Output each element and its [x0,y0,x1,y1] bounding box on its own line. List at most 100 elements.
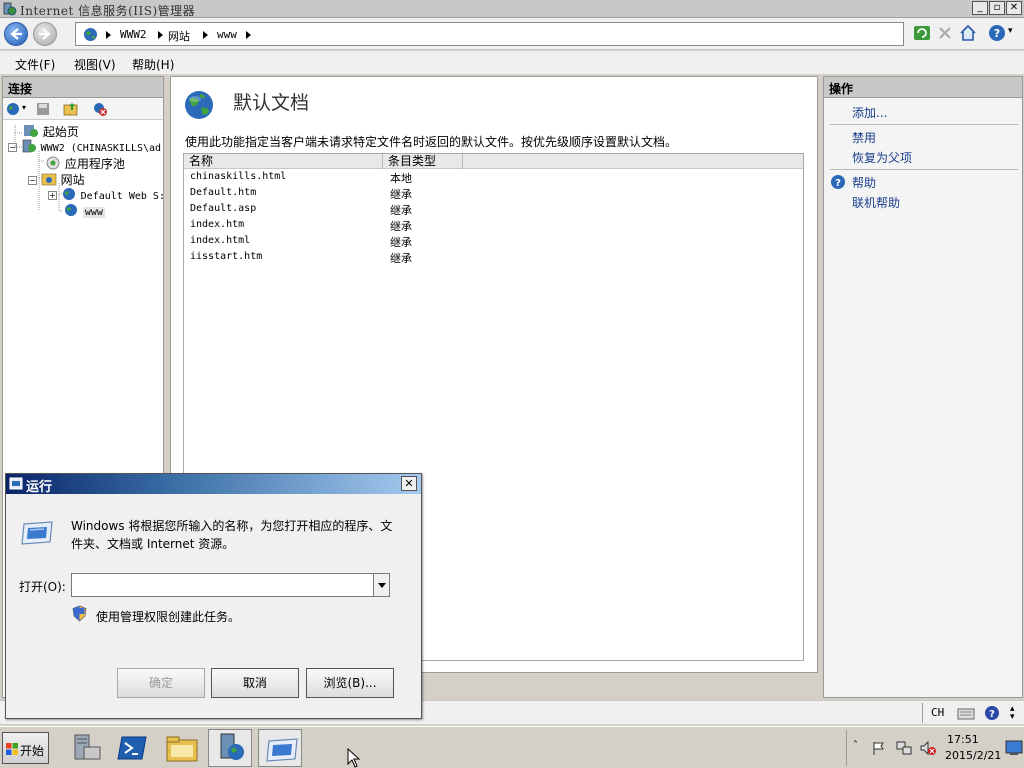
crumb-www[interactable]: www [217,28,237,41]
help-icon[interactable]: ? [988,24,1006,42]
taskbar-powershell[interactable] [110,729,154,767]
action-help[interactable]: 帮助 [852,174,876,191]
run-history-dropdown-button[interactable] [373,574,389,596]
collapse-icon[interactable]: − [28,176,37,185]
list-item[interactable]: Default.htm 继承 [184,186,803,202]
help-dropdown-icon[interactable]: ▾ [1008,26,1013,36]
system-tray: ˄ 17:51 2015/2/21 [846,730,1024,766]
forward-button[interactable] [33,22,57,46]
run-command-combobox[interactable] [71,573,390,597]
admin-shield-icon [72,605,87,622]
clock-time[interactable]: 17:51 [947,733,979,746]
menu-view[interactable]: 视图(V) [74,56,116,73]
collapse-icon[interactable]: − [8,143,17,152]
back-arrow-icon [10,28,22,40]
save-icon[interactable] [35,101,51,117]
window-title: Internet 信息服务(IIS)管理器 [20,4,196,18]
cancel-button[interactable]: 取消 [211,668,299,698]
document-name: index.html [190,235,251,246]
document-name: index.htm [190,219,245,230]
start-label: 开始 [20,744,45,758]
admin-privileges-note: 使用管理权限创建此任务。 [96,610,241,624]
restore-button[interactable]: ▫ [989,1,1005,15]
tree-www[interactable]: www [63,203,105,218]
show-hidden-icons-icon[interactable]: ˄ [853,740,858,751]
open-label: 打开(O): [19,580,66,594]
server-icon [22,139,36,153]
keyboard-icon[interactable] [957,705,975,721]
list-item[interactable]: index.htm 继承 [184,218,803,234]
close-window-button[interactable]: ✕ [1006,1,1022,15]
menu-file[interactable]: 文件(F) [15,56,55,73]
run-command-input[interactable] [74,576,370,594]
help-icon: ? [831,175,845,189]
list-item[interactable]: iisstart.htm 继承 [184,250,803,266]
list-item[interactable]: chinaskills.html 本地 [184,170,803,186]
crumb-separator [203,31,208,39]
crumb-sites[interactable]: 网站 [168,28,190,44]
address-breadcrumb[interactable]: WWW2 网站 www [75,22,904,46]
tree-app-pools[interactable]: 应用程序池 [45,155,125,172]
action-revert-to-parent[interactable]: 恢复为父项 [852,149,912,166]
action-disable[interactable]: 禁用 [852,129,876,146]
action-center-flag-icon[interactable] [871,740,887,756]
list-item[interactable]: Default.asp 继承 [184,202,803,218]
action-add[interactable]: 添加... [852,104,887,121]
svg-text:?: ? [994,27,1000,40]
connect-dropdown-icon[interactable]: ▾ [22,103,26,112]
language-bar-options-icon[interactable]: ▴ ▾ [1010,705,1015,722]
back-button[interactable] [4,22,28,46]
taskbar-server-manager[interactable] [64,729,108,767]
page-description: 使用此功能指定当客户端未请求特定文件名时返回的默认文件。按优先级顺序设置默认文档… [185,135,678,149]
home-icon[interactable] [959,24,977,42]
up-level-icon[interactable] [63,101,79,117]
document-name: Default.htm [190,187,257,198]
list-item[interactable]: index.html 继承 [184,234,803,250]
actions-header: 操作 [824,77,1022,98]
entry-type: 继承 [390,252,412,265]
folder-icon [166,736,198,762]
menu-help[interactable]: 帮助(H) [132,56,174,73]
column-entry-type[interactable]: 条目类型 [383,154,463,169]
document-name: chinaskills.html [190,171,287,182]
tree-server[interactable]: − WWW2 (CHINASKILLS\ad [8,139,161,154]
refresh-icon[interactable] [913,24,931,42]
iis-app-icon [3,2,17,16]
minimize-button[interactable]: _ [972,1,988,15]
tree-start-page[interactable]: 起始页 [23,123,79,140]
actions-pane: 操作 添加... 禁用 恢复为父项 ? 帮助 联机帮助 [823,76,1023,698]
taskbar-iis-manager[interactable] [208,729,252,767]
iis-manager-icon [220,733,244,760]
crumb-separator [158,31,163,39]
run-close-button[interactable]: ✕ [401,476,417,491]
ime-indicator[interactable]: CH [931,706,944,719]
tree-sites[interactable]: − 网站 [28,171,85,188]
clock-date[interactable]: 2015/2/21 [945,749,1001,762]
start-button[interactable]: 开始 [2,732,49,764]
sites-folder-icon [41,173,57,186]
run-dialog-message: Windows 将根据您所输入的名称，为您打开相应的程序、文件夹、文档或 Int… [71,519,393,551]
expand-icon[interactable]: + [48,191,57,200]
column-name[interactable]: 名称 [184,154,383,169]
stop-icon[interactable] [936,24,954,42]
network-icon[interactable] [895,740,913,756]
language-help-icon[interactable]: ? [984,705,1000,721]
tree-default-site[interactable]: + Default Web S: [48,187,165,202]
volume-muted-icon[interactable] [919,740,937,756]
window-title-bar[interactable]: Internet 信息服务(IIS)管理器 _ ▫ ✕ [0,0,1024,18]
action-online-help[interactable]: 联机帮助 [852,194,900,211]
taskbar-run-dialog[interactable] [258,729,302,767]
run-dialog: 运行 ✕ Windows 将根据您所输入的名称，为您打开相应的程序、文件夹、文档… [5,473,422,719]
run-dialog-title-bar[interactable]: 运行 ✕ [6,474,421,495]
crumb-server[interactable]: WWW2 [120,28,147,41]
taskbar-explorer[interactable] [160,729,204,767]
app-pool-icon [46,156,60,170]
connect-globe-icon[interactable] [5,101,21,117]
taskbar: 开始 ˄ 17:51 2015/2/21 [0,726,1024,768]
disconnect-icon[interactable] [92,101,108,117]
crumb-separator [246,31,251,39]
show-desktop-icon[interactable] [1005,740,1023,756]
ok-button[interactable]: 确定 [117,668,205,698]
browse-button[interactable]: 浏览(B)... [306,668,394,698]
site-globe-icon [65,204,77,216]
